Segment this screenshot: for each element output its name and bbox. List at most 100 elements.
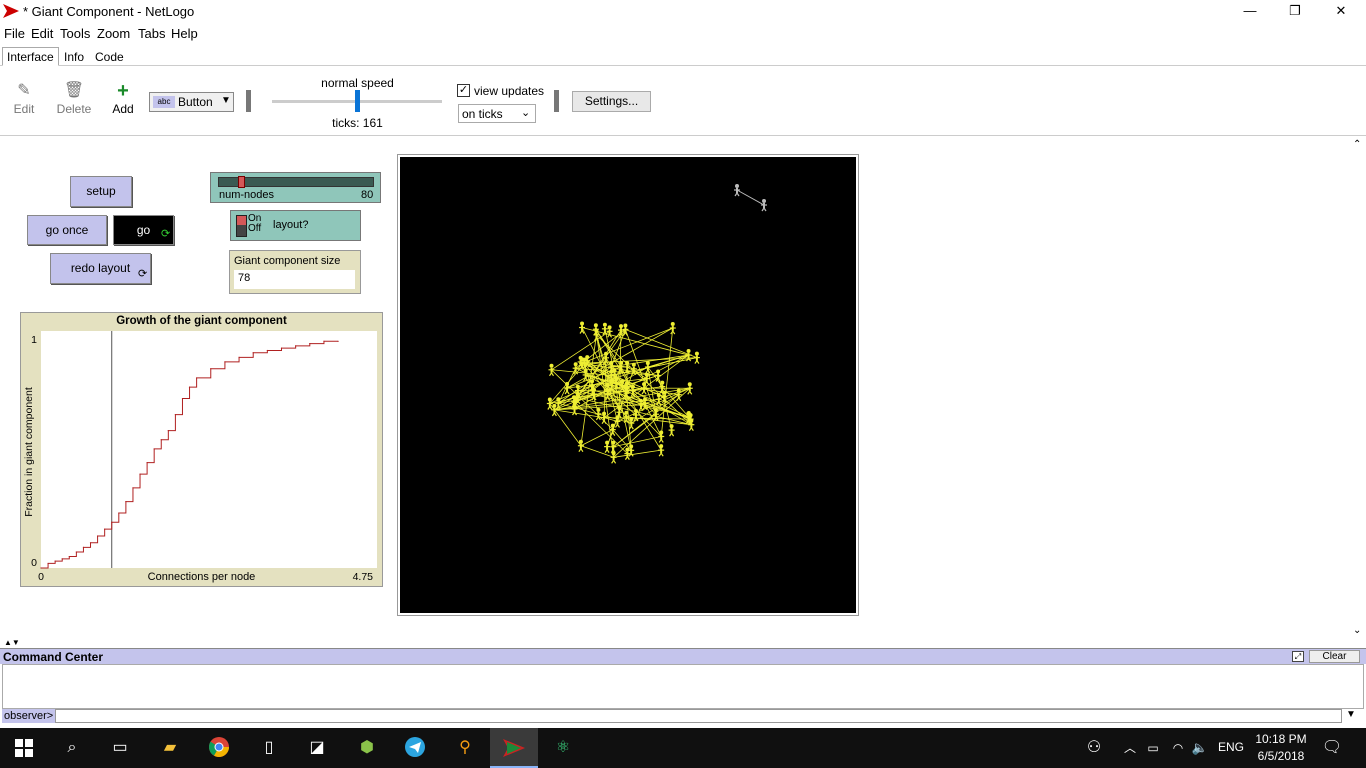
- plot-point: [181, 397, 184, 400]
- sticky-notes-icon[interactable]: ◪: [305, 736, 329, 760]
- turtle-node: [693, 351, 700, 364]
- workspace-scrollbar[interactable]: ⌃ ⌄: [1349, 137, 1366, 642]
- layout-switch[interactable]: On Off layout?: [230, 210, 361, 241]
- turtle-node: [761, 199, 767, 212]
- forever-icon: ⟳: [161, 228, 171, 240]
- chrome-icon[interactable]: [207, 736, 231, 760]
- slider-thumb[interactable]: [238, 176, 245, 188]
- atom-icon[interactable]: ⚛: [551, 736, 575, 760]
- minimize-button[interactable]: —: [1227, 0, 1273, 24]
- update-mode-select[interactable]: on ticks ⌄: [458, 104, 536, 123]
- plot-point: [224, 361, 226, 363]
- volume-icon[interactable]: 🔈: [1188, 736, 1212, 760]
- scroll-up-icon[interactable]: ⌃: [1353, 139, 1361, 150]
- command-output[interactable]: [2, 664, 1364, 709]
- people-icon[interactable]: ⚇: [1082, 736, 1106, 760]
- turtle-node: [564, 382, 571, 395]
- android-studio-icon[interactable]: ⬢: [355, 736, 379, 760]
- plot-point: [68, 555, 70, 558]
- menu-file[interactable]: File: [4, 26, 25, 41]
- chevron-up-icon[interactable]: ︿: [1118, 736, 1142, 760]
- plot-point: [238, 356, 240, 358]
- command-input[interactable]: [55, 709, 1342, 723]
- menu-zoom[interactable]: Zoom: [97, 26, 130, 41]
- setup-button[interactable]: setup: [70, 176, 132, 207]
- turtle-node: [610, 451, 617, 464]
- plot-point: [146, 462, 148, 464]
- wifi-icon[interactable]: ◠: [1166, 736, 1190, 760]
- language-indicator[interactable]: ENG: [1218, 740, 1244, 754]
- delete-tool[interactable]: 🗑 Delete: [52, 80, 96, 116]
- turtle-node: [622, 323, 629, 336]
- interface-workspace: setup go once go ⟳ redo layout ⟳ num-nod…: [0, 137, 1366, 642]
- num-nodes-slider[interactable]: num-nodes 80: [210, 172, 381, 203]
- clock-date[interactable]: 6/5/2018: [1252, 749, 1310, 763]
- go-label: go: [136, 223, 151, 237]
- toolbar-separator: [246, 90, 251, 112]
- menu-tools[interactable]: Tools: [60, 26, 90, 41]
- plot-point: [188, 386, 191, 388]
- plot-ytick-label: 1: [31, 334, 37, 346]
- slider-name: num-nodes: [219, 189, 275, 201]
- telegram-icon[interactable]: [403, 736, 427, 760]
- tab-interface[interactable]: Interface: [2, 47, 59, 66]
- document-icon[interactable]: ▯: [257, 736, 281, 760]
- add-tool[interactable]: + Add: [101, 80, 145, 116]
- monitor-label: Giant component size: [234, 255, 341, 267]
- turtle-node: [734, 184, 740, 197]
- redo-layout-label: redo layout: [70, 261, 131, 275]
- menu-bar: File Edit Tools Zoom Tabs Help: [0, 24, 1366, 44]
- turtle-node: [644, 361, 651, 374]
- plot-point: [139, 473, 141, 475]
- widget-type-select[interactable]: abc Button ▼: [149, 92, 234, 112]
- notifications-icon[interactable]: 🗨: [1320, 736, 1344, 760]
- plot-point: [132, 487, 134, 489]
- trash-icon: 🗑: [63, 82, 85, 99]
- pencil-icon: ✎: [17, 82, 31, 99]
- tab-code[interactable]: Code: [90, 47, 129, 66]
- redo-layout-button[interactable]: redo layout ⟳: [50, 253, 151, 284]
- magnifier-app-icon[interactable]: ⚲: [453, 736, 477, 760]
- clear-button[interactable]: Clear: [1309, 650, 1360, 663]
- tab-info[interactable]: Info: [59, 47, 89, 66]
- plot-point: [61, 558, 63, 560]
- menu-help[interactable]: Help: [171, 26, 198, 41]
- slider-value: 80: [361, 189, 374, 201]
- observer-prompt[interactable]: observer>: [2, 709, 56, 723]
- plot-point: [309, 342, 311, 345]
- plot-point: [47, 562, 49, 565]
- menu-edit[interactable]: Edit: [31, 26, 53, 41]
- battery-icon[interactable]: ▭: [1141, 736, 1165, 760]
- world-view[interactable]: [397, 154, 859, 616]
- close-button[interactable]: ✕: [1318, 0, 1364, 24]
- restore-button[interactable]: ❐: [1272, 0, 1318, 24]
- turtle-node: [582, 368, 589, 382]
- file-explorer-icon[interactable]: ▰: [158, 736, 182, 760]
- history-dropdown-icon[interactable]: ▼: [1346, 709, 1356, 720]
- menu-tabs[interactable]: Tabs: [138, 26, 165, 41]
- plot-point: [337, 340, 339, 342]
- network-link: [625, 329, 698, 358]
- netlogo-taskbar-button[interactable]: [490, 728, 538, 768]
- turtle-node: [669, 322, 676, 335]
- turtle-node: [577, 439, 584, 453]
- task-view-icon[interactable]: ▭: [108, 736, 132, 760]
- scroll-down-icon[interactable]: ⌄: [1353, 625, 1361, 636]
- go-once-button[interactable]: go once: [27, 215, 107, 245]
- plot-point: [252, 352, 254, 354]
- expand-icon[interactable]: ⤢: [1292, 651, 1304, 662]
- speed-slider-thumb[interactable]: [355, 90, 360, 112]
- search-icon[interactable]: ⌕: [60, 736, 84, 760]
- delete-label: Delete: [56, 102, 92, 116]
- go-button[interactable]: go ⟳: [113, 215, 174, 245]
- plot-point: [167, 430, 169, 432]
- settings-button[interactable]: Settings...: [572, 91, 651, 112]
- monitor-value: 78: [234, 270, 355, 289]
- start-windows-icon[interactable]: [12, 736, 36, 760]
- splitter-arrows-icon[interactable]: ▲▼: [4, 638, 20, 647]
- turtle-node: [546, 397, 553, 410]
- clock-time[interactable]: 10:18 PM: [1252, 732, 1310, 746]
- view-updates-checkbox[interactable]: ✓: [457, 84, 470, 97]
- edit-tool[interactable]: ✎ Edit: [2, 80, 46, 116]
- plot-svg: 100 4.75: [31, 331, 377, 583]
